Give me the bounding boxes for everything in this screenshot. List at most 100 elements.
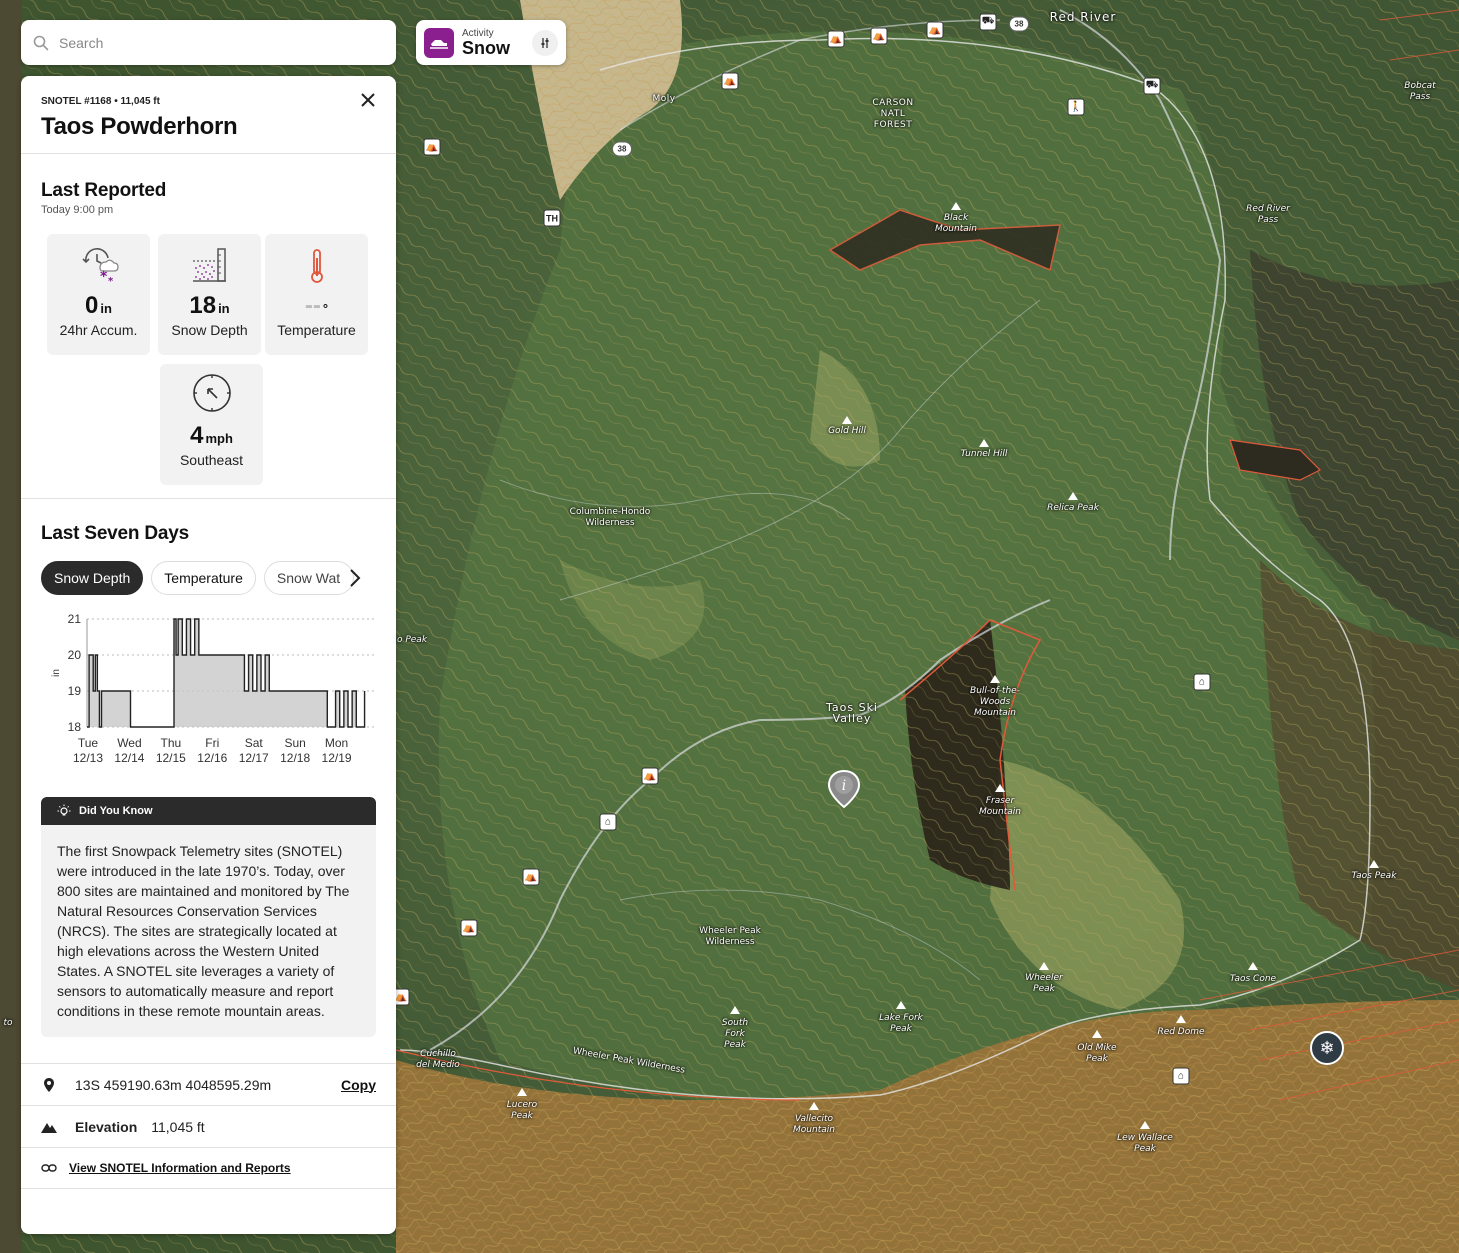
rv-marker-icon[interactable]: ⛟ — [979, 13, 997, 31]
temp-label: Temperature — [277, 322, 356, 338]
campground-marker-icon[interactable]: ⛺ — [870, 27, 888, 45]
seven-days-heading: Last Seven Days — [41, 523, 190, 544]
peak-label-black-mountain: Black Mountain — [935, 213, 977, 234]
x-tick-day: Tue — [78, 736, 99, 750]
link-icon — [41, 1160, 57, 1176]
search-icon — [33, 35, 49, 50]
temp-value: -- — [304, 292, 321, 319]
metric-tile-accumulation: * * 0 in 24hr Accum. — [47, 234, 150, 355]
search-bar[interactable] — [21, 20, 396, 65]
peak-marker — [809, 1102, 819, 1110]
x-tick-date: 12/15 — [156, 751, 186, 765]
campground-marker-icon[interactable]: ⛺ — [721, 72, 739, 90]
tab-snow-depth[interactable]: Snow Depth — [41, 561, 144, 595]
campground-marker-icon[interactable]: ⛺ — [926, 21, 944, 39]
rv-marker-icon[interactable]: ⛟ — [1143, 77, 1161, 95]
snotel-info-pin-icon[interactable]: i — [827, 769, 861, 809]
campground-marker-icon[interactable]: ⛺ — [641, 767, 659, 785]
tab-snow-water[interactable]: Snow Wat — [263, 561, 354, 595]
peak-label-gold-hill: Gold Hill — [828, 426, 866, 436]
last-reported-heading: Last Reported — [41, 180, 167, 201]
panel-header: SNOTEL #1168 • 11,045 ft Taos Powderhorn — [21, 76, 396, 154]
x-tick-day: Fri — [205, 736, 219, 750]
peak-label-lew-wallace-peak: Lew Wallace Peak — [1117, 1133, 1173, 1154]
tab-temperature[interactable]: Temperature — [151, 561, 256, 595]
peak-label-wheeler-peak: Wheeler Peak — [1025, 973, 1063, 994]
campground-marker-icon[interactable]: ⛺ — [423, 138, 441, 156]
snowflake-marker-icon[interactable]: ❄ — [1310, 1031, 1344, 1065]
wind-unit: mph — [205, 431, 233, 446]
x-tick-date: 12/18 — [280, 751, 310, 765]
snow-depth-chart: 18 19 20 21 in Tue 12/13 Wed 12/14 Thu 12/15 Fri 12/… — [41, 611, 377, 771]
snotel-report-link[interactable]: View SNOTEL Information and Reports — [69, 1161, 291, 1175]
town-label-moly: Moly — [652, 94, 676, 104]
peak-marker — [730, 1006, 740, 1014]
elevation-value: 11,045 ft — [151, 1118, 205, 1135]
campground-marker-icon[interactable]: ⛺ — [827, 30, 845, 48]
close-button[interactable] — [356, 88, 380, 112]
cabin-marker-icon[interactable]: ⌂ — [1193, 673, 1211, 691]
peak-label-lake-fork-peak: Lake Fork Peak — [879, 1013, 923, 1034]
forest-label: CARSON NATL FOREST — [872, 98, 914, 130]
cabin-marker-icon[interactable]: ⌂ — [599, 813, 617, 831]
x-tick-date: 12/13 — [73, 751, 103, 765]
peak-marker — [1092, 1030, 1102, 1038]
wind-direction: Southeast — [179, 452, 244, 468]
peak-marker — [951, 202, 961, 210]
cabin-marker-icon[interactable]: ⌂ — [1172, 1067, 1190, 1085]
did-you-know-header: Did You Know — [41, 797, 376, 825]
peak-label-relica-peak: Relica Peak — [1047, 503, 1099, 513]
temp-unit: ° — [322, 301, 329, 316]
peak-marker — [1068, 492, 1078, 500]
y-tick-label: 19 — [68, 684, 82, 698]
peak-marker — [1176, 1015, 1186, 1023]
y-axis-label: in — [51, 669, 62, 677]
route-shield: 38 — [612, 141, 632, 157]
peak-label-fraser-mountain: Fraser Mountain — [979, 796, 1021, 817]
accum-value: 0 — [85, 292, 99, 319]
wilderness-label-wheeler: Wheeler Peak Wilderness — [699, 926, 761, 947]
activity-name: Snow — [462, 38, 510, 58]
activity-selector[interactable]: Activity Snow — [416, 20, 566, 65]
last-reported-section: Last Reported Today 9:00 pm * * 0 in 24hr… — [21, 154, 396, 494]
accum-unit: in — [100, 301, 112, 316]
x-tick-date: 12/14 — [114, 751, 144, 765]
chevron-right-icon[interactable] — [345, 568, 365, 588]
close-icon — [361, 93, 375, 107]
peak-label-cuchillo-del-medio: Cuchillo del Medio — [416, 1049, 460, 1070]
peak-label-vallecito-mountain: Vallecito Mountain — [793, 1114, 835, 1135]
depth-value: 18 — [189, 292, 217, 319]
wind-value: 4 — [190, 422, 204, 449]
copy-coordinates-button[interactable]: Copy — [341, 1077, 376, 1093]
town-label-red-river: Red River — [1049, 10, 1117, 24]
hiker-marker-icon[interactable]: 🚶 — [1067, 98, 1085, 116]
pass-label-bobcat: Bobcat Pass — [1404, 81, 1436, 102]
x-tick-day: Wed — [117, 736, 141, 750]
peak-label-tunnel-hill: Tunnel Hill — [960, 449, 1008, 459]
depth-label: Snow Depth — [171, 322, 248, 338]
peak-label-bull-of-the-woods: Bull-of-the-Woods Mountain — [970, 686, 1020, 718]
peak-marker — [896, 1001, 906, 1009]
svg-text:*: * — [108, 276, 114, 284]
campground-marker-icon[interactable]: ⛺ — [522, 868, 540, 886]
coordinates-text: 13S 459190.63m 4048595.29m — [75, 1076, 272, 1093]
elevation-label: Elevation — [75, 1118, 138, 1135]
metric-tile-temperature: -- ° Temperature — [265, 234, 368, 355]
sliders-icon — [541, 37, 549, 48]
wind-compass-icon — [192, 374, 231, 412]
search-input[interactable] — [59, 34, 359, 51]
trailhead-marker[interactable]: TH — [543, 209, 561, 227]
seven-days-section: Last Seven Days Snow Depth Temperature S… — [21, 499, 396, 771]
depth-unit: in — [218, 301, 230, 316]
x-tick-date: 12/19 — [322, 751, 352, 765]
campground-marker-icon[interactable]: ⛺ — [460, 919, 478, 937]
metric-tiles: * * 0 in 24hr Accum. 18 in Snow Depth --… — [41, 234, 376, 494]
x-tick-day: Sat — [245, 736, 264, 750]
mountain-icon — [41, 1119, 57, 1135]
activity-filter-button[interactable] — [532, 29, 558, 56]
metric-tabs: Snow Depth Temperature Snow Wat — [41, 561, 376, 595]
chart-svg: 18192021inTue12/13Wed12/14Thu12/15Fri12/… — [51, 612, 377, 765]
peak-marker — [1248, 962, 1258, 970]
peak-label-taos-peak: Taos Peak — [1351, 871, 1397, 881]
snotel-detail-panel: SNOTEL #1168 • 11,045 ft Taos Powderhorn… — [21, 76, 396, 1234]
